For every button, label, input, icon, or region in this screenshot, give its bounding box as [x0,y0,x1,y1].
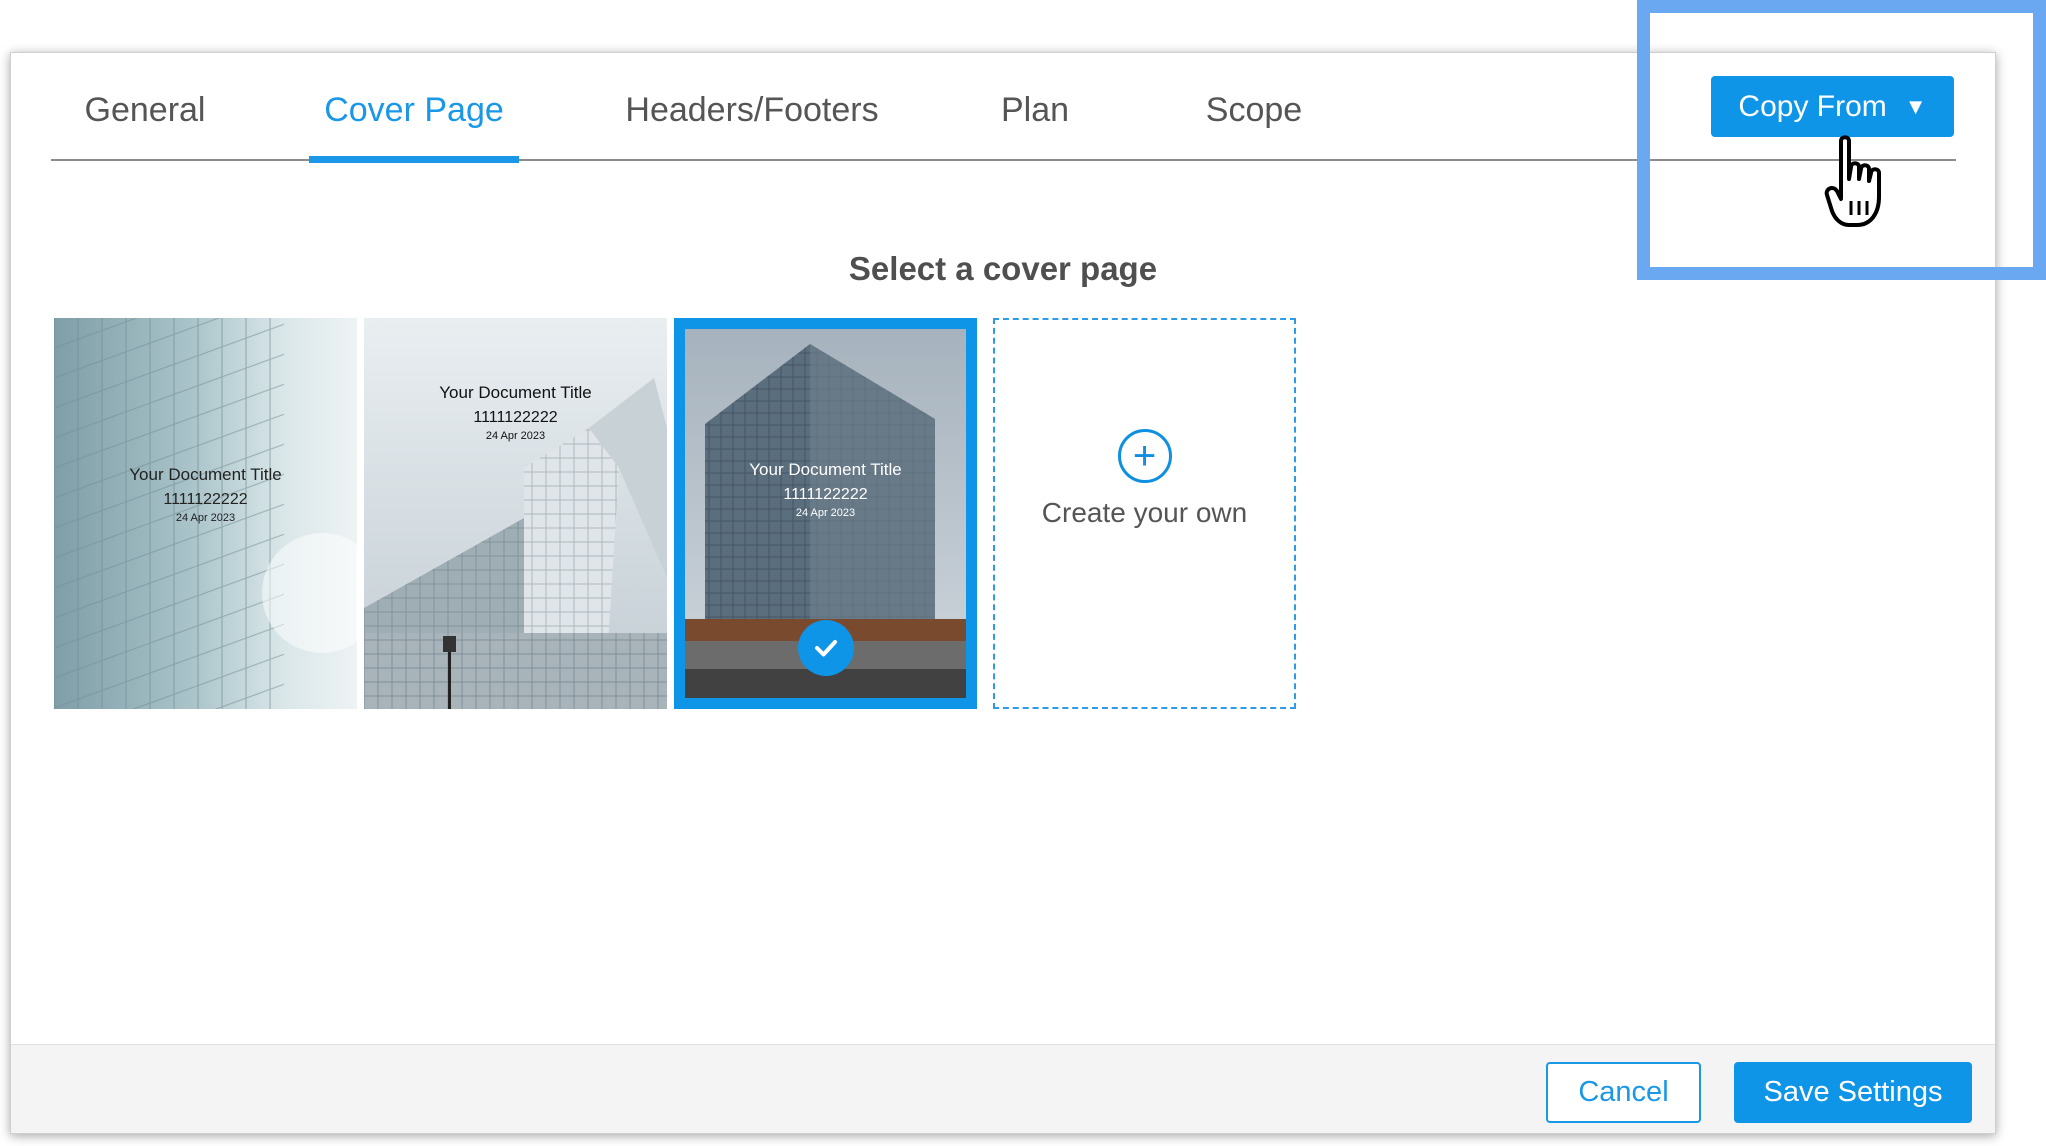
cover-page-option-2[interactable]: Your Document Title 1111122222 24 Apr 20… [364,318,667,709]
tab-general[interactable]: General [84,91,206,161]
tab-scope[interactable]: Scope [1199,91,1309,161]
selected-check-icon [797,620,854,676]
dialog-footer: Cancel Save Settings [11,1044,1995,1133]
tab-cover-page[interactable]: Cover Page [309,91,519,163]
create-your-own-label: Create your own [1041,496,1248,528]
tab-general-label: General [84,91,206,129]
save-settings-button[interactable]: Save Settings [1734,1062,1972,1123]
cover-page-option-3[interactable]: Your Document Title 1111122222 24 Apr 20… [674,318,977,709]
hand-pointer-icon [1824,135,1881,227]
create-your-own-card[interactable]: + Create your own [993,318,1296,709]
cover-1-text: Your Document Title 1111122222 24 Apr 20… [129,465,282,524]
tab-scope-label: Scope [1205,91,1303,129]
tab-cover-page-label: Cover Page [324,91,504,129]
cover-3-text: Your Document Title 1111122222 24 Apr 20… [749,460,902,519]
cancel-button[interactable]: Cancel [1546,1062,1701,1123]
tab-headers-footers-label: Headers/Footers [625,91,879,129]
plus-circle-icon: + [1117,428,1172,483]
cover-2-text: Your Document Title 1111122222 24 Apr 20… [439,383,592,442]
cover-2-image [364,318,667,709]
tab-plan-label: Plan [1000,91,1070,129]
cover-page-option-1[interactable]: Your Document Title 1111122222 24 Apr 20… [54,318,357,709]
tab-headers-footers[interactable]: Headers/Footers [625,91,879,161]
tab-plan[interactable]: Plan [995,91,1075,161]
